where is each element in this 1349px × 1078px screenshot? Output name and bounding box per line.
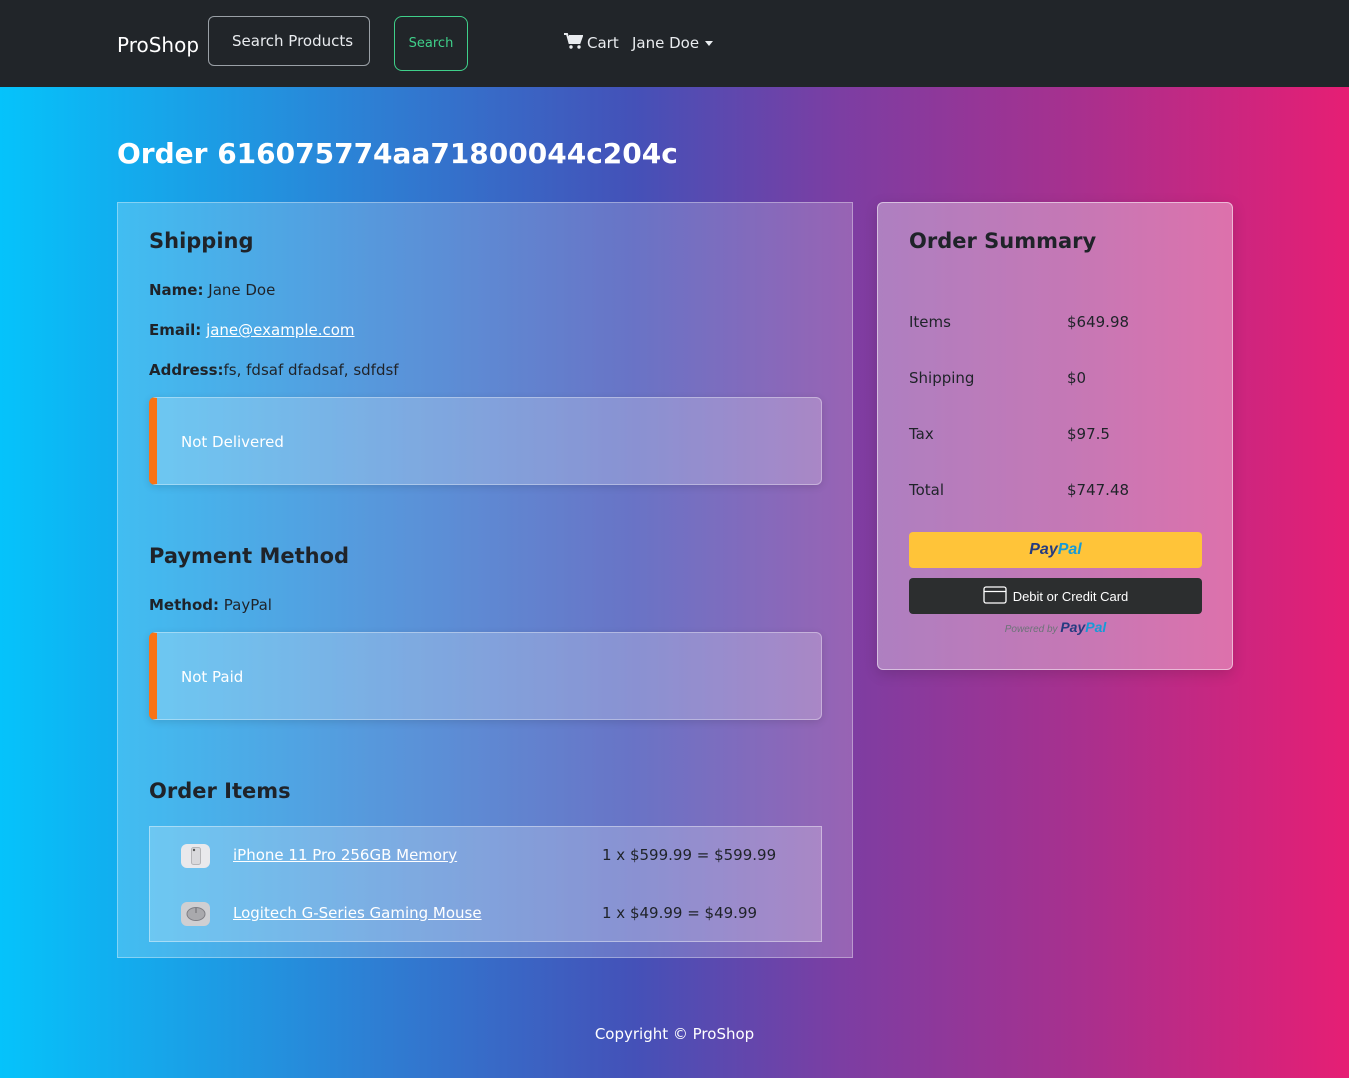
search-input[interactable] [208,16,370,66]
shipping-heading: Shipping [149,229,254,253]
paypal-logo-pal-small: Pal [1085,619,1107,635]
paypal-button[interactable]: Pay Pal [909,532,1202,568]
list-item: Logitech G-Series Gaming Mouse 1 x $49.9… [150,885,821,943]
card-button-label: Debit or Credit Card [1012,588,1129,604]
credit-card-icon [983,585,1007,607]
delivery-status-alert: Not Delivered [149,397,822,485]
summary-value: $649.98 [1067,313,1130,331]
summary-row-shipping: Shipping $0 [909,369,1209,387]
powered-by-paypal: Powered by PayPal [909,619,1202,635]
payment-method: Method: PayPal [149,596,272,614]
payment-status-alert: Not Paid [149,632,822,720]
order-items-heading: Order Items [149,779,291,803]
item-price-line: 1 x $599.99 = $599.99 [602,846,777,864]
summary-value: $747.48 [1067,481,1130,499]
cart-icon [564,33,584,53]
summary-row-tax: Tax $97.5 [909,425,1209,443]
shipping-address-label: Address: [149,361,224,379]
payment-status-text: Not Paid [181,668,244,686]
payment-method-value: PayPal [223,596,272,614]
shipping-name: Name: Jane Doe [149,281,275,299]
chevron-down-icon [705,40,714,46]
list-item: iPhone 11 Pro 256GB Memory 1 x $599.99 =… [150,827,821,885]
shipping-name-label: Name: [149,281,204,299]
summary-label: Total [909,481,945,499]
order-summary-panel: Order Summary Items $649.98 Shipping $0 … [877,202,1233,670]
shipping-email: Email: jane@example.com [149,321,355,339]
paypal-logo-pal: Pal [1057,541,1082,558]
payment-method-label: Method: [149,596,219,614]
summary-value: $97.5 [1067,425,1110,443]
product-image-iphone [181,844,210,868]
paypal-logo-pay: Pay [1029,541,1058,558]
order-summary-heading: Order Summary [909,229,1097,253]
search-button[interactable]: Search [394,16,468,71]
shipping-address-value: fs, fdsaf dfadsaf, sdfdsf [223,361,399,379]
shipping-email-link[interactable]: jane@example.com [206,321,354,339]
powered-by-label: Powered by [1004,624,1058,635]
paypal-logo-pay-small: Pay [1060,619,1086,635]
user-dropdown[interactable]: Jane Doe [632,34,714,52]
product-link[interactable]: iPhone 11 Pro 256GB Memory [233,846,457,864]
cart-label: Cart [587,34,619,52]
delivery-status-text: Not Delivered [181,433,284,451]
shipping-name-value: Jane Doe [208,281,276,299]
summary-label: Items [909,313,951,331]
summary-label: Tax [909,425,934,443]
debit-credit-card-button[interactable]: Debit or Credit Card [909,578,1202,614]
payment-heading: Payment Method [149,544,350,568]
order-items-list: iPhone 11 Pro 256GB Memory 1 x $599.99 =… [149,826,822,942]
summary-value: $0 [1067,369,1087,387]
product-link[interactable]: Logitech G-Series Gaming Mouse [233,904,482,922]
navbar: ProShop Search Cart Jane Doe [0,0,1349,87]
summary-label: Shipping [909,369,975,387]
cart-link[interactable]: Cart [564,33,619,53]
product-image-mouse [181,902,210,926]
brand-logo[interactable]: ProShop [117,32,199,58]
page-title: Order 616075774aa71800044c204c [117,137,678,170]
user-name: Jane Doe [632,34,700,52]
order-details-panel: Shipping Name: Jane Doe Email: jane@exam… [117,202,853,958]
shipping-address: Address:fs, fdsaf dfadsaf, sdfdsf [149,361,399,379]
item-price-line: 1 x $49.99 = $49.99 [602,904,758,922]
footer-copyright: Copyright © ProShop [594,1025,755,1043]
summary-row-items: Items $649.98 [909,313,1209,331]
summary-row-total: Total $747.48 [909,481,1209,499]
shipping-email-label: Email: [149,321,202,339]
